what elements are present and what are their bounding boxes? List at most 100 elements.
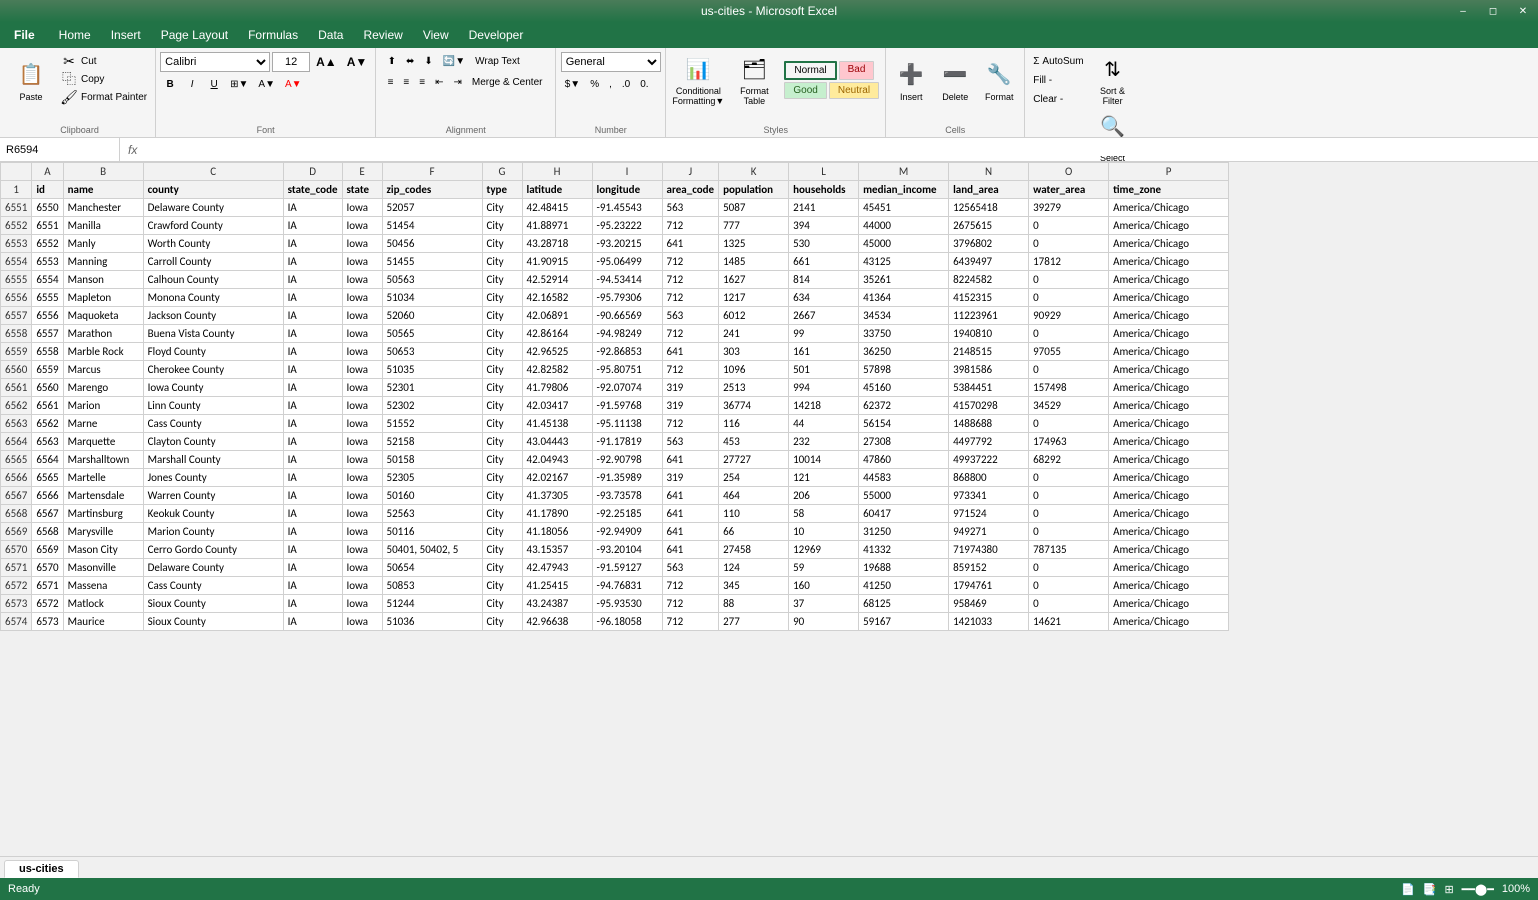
cell[interactable]: 43.24387 bbox=[522, 595, 592, 613]
copy-button[interactable]: ⿻ Copy bbox=[56, 70, 151, 88]
cell[interactable]: Iowa bbox=[342, 343, 382, 361]
cell[interactable]: Marshall County bbox=[143, 451, 283, 469]
cell[interactable]: IA bbox=[283, 289, 342, 307]
cell[interactable]: 31250 bbox=[859, 523, 949, 541]
cell[interactable]: Crawford County bbox=[143, 217, 283, 235]
cell[interactable]: City bbox=[482, 415, 522, 433]
cell[interactable]: 42.02167 bbox=[522, 469, 592, 487]
cell[interactable]: Iowa bbox=[342, 235, 382, 253]
cell[interactable]: 2148515 bbox=[949, 343, 1029, 361]
cell[interactable]: Marengo bbox=[63, 379, 143, 397]
cell[interactable]: 0 bbox=[1029, 577, 1109, 595]
cell[interactable]: Iowa bbox=[342, 595, 382, 613]
cell[interactable]: Keokuk County bbox=[143, 505, 283, 523]
cell[interactable]: 90929 bbox=[1029, 307, 1109, 325]
cell[interactable]: 319 bbox=[662, 469, 719, 487]
cell[interactable]: Warren County bbox=[143, 487, 283, 505]
cell[interactable]: 41570298 bbox=[949, 397, 1029, 415]
percent-button[interactable]: % bbox=[586, 75, 603, 93]
cell[interactable]: 1940810 bbox=[949, 325, 1029, 343]
cell[interactable]: America/Chicago bbox=[1109, 505, 1229, 523]
cell[interactable]: Martelle bbox=[63, 469, 143, 487]
cell[interactable]: City bbox=[482, 289, 522, 307]
cell[interactable]: land_area bbox=[949, 181, 1029, 199]
cell[interactable]: Cass County bbox=[143, 415, 283, 433]
menu-data[interactable]: Data bbox=[308, 22, 353, 48]
cell[interactable]: 124 bbox=[719, 559, 789, 577]
cell[interactable]: 52158 bbox=[382, 433, 482, 451]
cell[interactable]: IA bbox=[283, 433, 342, 451]
cell[interactable]: Mapleton bbox=[63, 289, 143, 307]
cell[interactable]: 27727 bbox=[719, 451, 789, 469]
cell[interactable]: 6556 bbox=[32, 307, 63, 325]
cell[interactable]: 641 bbox=[662, 505, 719, 523]
neutral-style[interactable]: Neutral bbox=[829, 82, 879, 99]
cell[interactable]: 174963 bbox=[1029, 433, 1109, 451]
cell[interactable]: Iowa bbox=[342, 487, 382, 505]
cell[interactable]: Marne bbox=[63, 415, 143, 433]
cell[interactable]: Manilla bbox=[63, 217, 143, 235]
font-name-select[interactable]: Calibri bbox=[160, 52, 270, 72]
row-number[interactable]: 6554 bbox=[1, 253, 32, 271]
borders-button[interactable]: ⊞▼ bbox=[226, 75, 252, 93]
cell[interactable]: 51244 bbox=[382, 595, 482, 613]
cell[interactable]: America/Chicago bbox=[1109, 199, 1229, 217]
cell[interactable]: IA bbox=[283, 469, 342, 487]
cell[interactable]: 59167 bbox=[859, 613, 949, 631]
cell[interactable]: 661 bbox=[789, 253, 859, 271]
cell[interactable]: City bbox=[482, 469, 522, 487]
cell[interactable]: City bbox=[482, 235, 522, 253]
cell[interactable]: 19688 bbox=[859, 559, 949, 577]
cell[interactable]: -94.76831 bbox=[592, 577, 662, 595]
cell[interactable]: 51455 bbox=[382, 253, 482, 271]
row-number[interactable]: 6563 bbox=[1, 415, 32, 433]
cell[interactable]: Cherokee County bbox=[143, 361, 283, 379]
col-header-g[interactable]: G bbox=[482, 163, 522, 181]
cell[interactable]: 0 bbox=[1029, 595, 1109, 613]
cell[interactable]: -93.20215 bbox=[592, 235, 662, 253]
menu-developer[interactable]: Developer bbox=[459, 22, 534, 48]
orientation-button[interactable]: 🔄▼ bbox=[439, 52, 469, 70]
cell[interactable]: 345 bbox=[719, 577, 789, 595]
cell[interactable]: id bbox=[32, 181, 63, 199]
cell[interactable]: -92.25185 bbox=[592, 505, 662, 523]
name-box[interactable]: R6594 bbox=[0, 138, 120, 161]
cell[interactable]: time_zone bbox=[1109, 181, 1229, 199]
cell[interactable]: Cerro Gordo County bbox=[143, 541, 283, 559]
cell[interactable]: Marion bbox=[63, 397, 143, 415]
cell[interactable]: Iowa bbox=[342, 415, 382, 433]
cell[interactable]: IA bbox=[283, 523, 342, 541]
row-number[interactable]: 6560 bbox=[1, 361, 32, 379]
cell[interactable]: 0 bbox=[1029, 523, 1109, 541]
cell[interactable]: 6568 bbox=[32, 523, 63, 541]
cell[interactable]: City bbox=[482, 253, 522, 271]
cell[interactable]: Iowa bbox=[342, 325, 382, 343]
cell[interactable]: Calhoun County bbox=[143, 271, 283, 289]
cell[interactable]: 0 bbox=[1029, 361, 1109, 379]
cell[interactable]: 958469 bbox=[949, 595, 1029, 613]
view-normal-icon[interactable]: 📄 bbox=[1401, 883, 1415, 896]
cell[interactable]: 116 bbox=[719, 415, 789, 433]
cell[interactable]: -90.66569 bbox=[592, 307, 662, 325]
cell[interactable]: Floyd County bbox=[143, 343, 283, 361]
cell[interactable]: 394 bbox=[789, 217, 859, 235]
font-color-button[interactable]: A▼ bbox=[281, 75, 306, 93]
cell[interactable]: 641 bbox=[662, 523, 719, 541]
cell[interactable]: Carroll County bbox=[143, 253, 283, 271]
clear-button[interactable]: Clear - bbox=[1029, 90, 1087, 108]
cell[interactable]: 1488688 bbox=[949, 415, 1029, 433]
col-header-m[interactable]: M bbox=[859, 163, 949, 181]
format-button[interactable]: 🔧 Format bbox=[978, 52, 1020, 108]
cell[interactable]: zip_codes bbox=[382, 181, 482, 199]
cell[interactable]: IA bbox=[283, 397, 342, 415]
decrease-indent-button[interactable]: ⇤ bbox=[431, 73, 447, 91]
cell[interactable]: City bbox=[482, 487, 522, 505]
cell[interactable]: longitude bbox=[592, 181, 662, 199]
cell[interactable]: 641 bbox=[662, 343, 719, 361]
cell[interactable]: water_area bbox=[1029, 181, 1109, 199]
cell[interactable]: City bbox=[482, 199, 522, 217]
cell[interactable]: 277 bbox=[719, 613, 789, 631]
cell[interactable]: Iowa bbox=[342, 613, 382, 631]
fill-button[interactable]: Fill - bbox=[1029, 71, 1087, 89]
cell[interactable]: America/Chicago bbox=[1109, 541, 1229, 559]
